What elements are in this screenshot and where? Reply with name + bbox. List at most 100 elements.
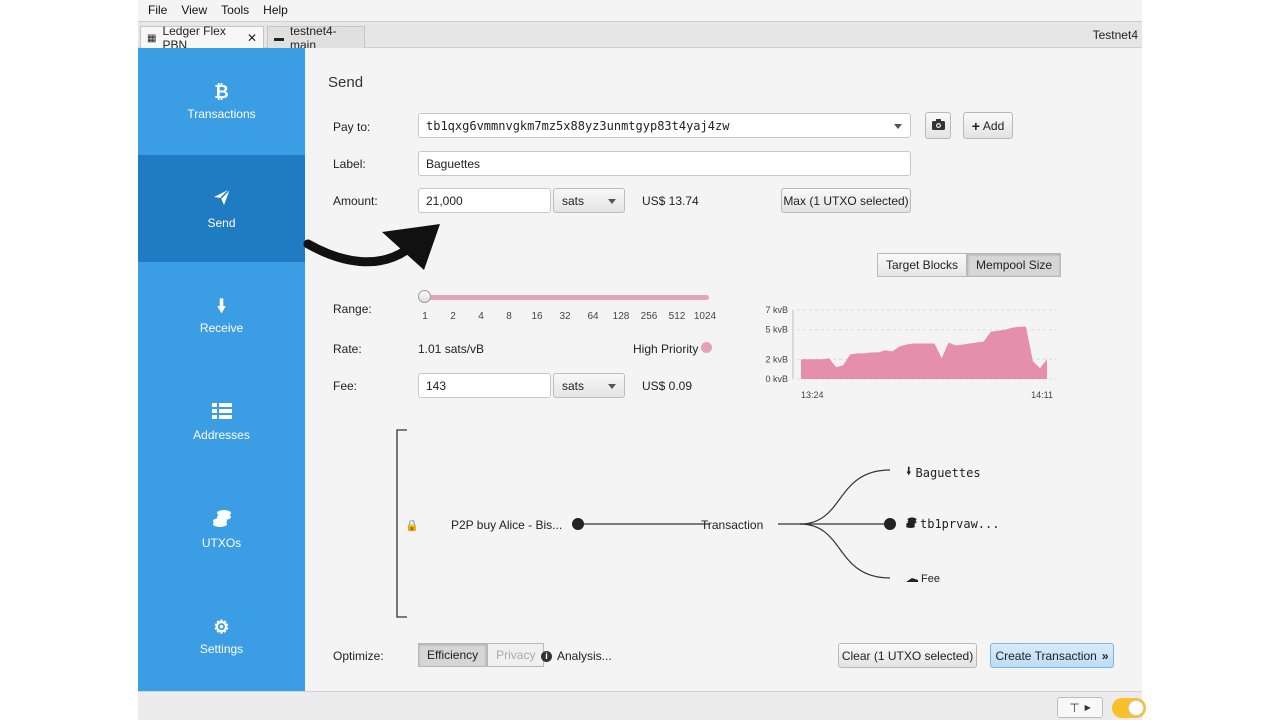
optimize-label: Optimize:: [333, 649, 384, 663]
output-label: Baguettes: [915, 465, 981, 480]
coins-icon: [212, 509, 232, 530]
priority-indicator: [701, 342, 712, 353]
tab-ledger-flex[interactable]: ▦ Ledger Flex PBN ✕: [140, 24, 264, 52]
status-bar: ⊤ ▶: [138, 691, 1146, 720]
chevron-down-icon[interactable]: [894, 124, 902, 129]
pay-to-label: Pay to:: [333, 120, 371, 134]
fee-fiat: US$ 0.09: [642, 379, 693, 393]
range-tick: 128: [612, 311, 630, 322]
tab-bar: ▦ Ledger Flex PBN ✕ ▬ testnet4-main Test…: [138, 21, 1142, 52]
label-input[interactable]: Baguettes: [418, 151, 911, 176]
range-tick: 64: [587, 311, 599, 322]
menu-tools[interactable]: Tools: [221, 3, 249, 17]
coins-icon: [906, 517, 917, 531]
fee-unit-select[interactable]: sats: [553, 373, 625, 398]
sidebar-item-label: Send: [207, 216, 236, 230]
send-icon: [212, 187, 232, 210]
output-item[interactable]: tb1prvaw...: [906, 517, 999, 531]
range-label: Range:: [333, 302, 372, 316]
sidebar-item-label: UTXOs: [201, 536, 242, 550]
rate-label: Rate:: [333, 342, 362, 356]
output-node[interactable]: [884, 518, 896, 530]
clear-button-label: Clear (1 UTXO selected): [841, 648, 974, 663]
sidebar-item-label: Receive: [199, 320, 244, 335]
sidebar-item-receive[interactable]: 🠛 Receive: [138, 262, 305, 369]
menu-help[interactable]: Help: [263, 3, 288, 17]
play-icon: ▶: [1084, 703, 1091, 712]
double-chevron-right-icon: »: [1101, 648, 1109, 663]
tab-target-blocks[interactable]: Target Blocks: [877, 253, 968, 277]
input-node[interactable]: [572, 518, 584, 530]
bitcoin-icon: ₿: [214, 81, 229, 102]
optimize-efficiency[interactable]: Efficiency: [418, 643, 488, 667]
mempool-area-series: [801, 326, 1047, 379]
chevron-down-icon: [608, 199, 616, 204]
tab-testnet4-main[interactable]: ▬ testnet4-main: [267, 24, 365, 52]
toggle-knob: [1128, 700, 1144, 716]
analysis-label: Analysis...: [557, 649, 612, 663]
fee-mode-toggle: Target Blocks Mempool Size: [877, 253, 1062, 277]
online-toggle[interactable]: [1112, 698, 1146, 718]
range-tick: 16: [531, 311, 543, 322]
sidebar-item-send[interactable]: Send: [138, 155, 305, 262]
sidebar-item-label: Transactions: [187, 106, 256, 121]
fee-range-slider-thumb[interactable]: [418, 290, 431, 303]
rate-value: 1.01 sats/vB: [418, 342, 485, 356]
clear-button[interactable]: Clear (1 UTXO selected): [838, 643, 977, 668]
amount-value: 21,000: [426, 193, 463, 208]
sidebar-item-transactions[interactable]: ₿ Transactions: [138, 48, 305, 155]
usb-devices-button[interactable]: ⊤ ▶: [1057, 697, 1103, 718]
range-tick: 4: [478, 311, 484, 322]
tab-mempool-size[interactable]: Mempool Size: [967, 253, 1062, 277]
transaction-label[interactable]: Transaction: [701, 518, 763, 532]
page-title: Send: [328, 74, 364, 91]
menu-view[interactable]: View: [181, 3, 207, 17]
output-item[interactable]: Fee: [906, 572, 940, 586]
chevron-down-icon: [608, 384, 616, 389]
max-button[interactable]: Max (1 UTXO selected): [781, 188, 911, 213]
pay-to-input[interactable]: tb1qxg6vmmnvgkm7mz5x88yz3unmtgyp83t4yaj4…: [418, 113, 911, 138]
amount-unit: sats: [562, 193, 585, 208]
output-item[interactable]: 🠛 Baguettes: [906, 463, 981, 482]
range-tick: 256: [640, 311, 658, 322]
sidebar-item-label: Settings: [199, 641, 244, 656]
add-recipient-button[interactable]: + Add: [963, 112, 1013, 139]
receive-icon: 🠛: [216, 295, 227, 316]
info-icon: i: [541, 650, 552, 662]
fee-value: 143: [426, 378, 447, 393]
sidebar-item-addresses[interactable]: Addresses: [138, 369, 305, 476]
create-transaction-label: Create Transaction: [995, 648, 1097, 663]
input-label[interactable]: P2P buy Alice - Bis...: [451, 518, 562, 532]
optimize-privacy[interactable]: Privacy: [487, 643, 545, 667]
optimize-toggle: Efficiency Privacy: [418, 643, 545, 667]
wallet-icon: ▦: [147, 32, 157, 44]
usb-icon: ⊤: [1069, 700, 1080, 715]
max-button-label: Max (1 UTXO selected): [783, 193, 909, 208]
chart-y-tick-label: 2 kvB: [765, 354, 788, 364]
app-window: File View Tools Help ▦ Ledger Flex PBN ✕…: [138, 0, 1146, 720]
sidebar-item-settings[interactable]: ⚙ Settings: [138, 583, 305, 690]
addresses-icon: [211, 403, 232, 422]
fee-range-slider[interactable]: [420, 295, 709, 300]
create-transaction-button[interactable]: Create Transaction »: [990, 643, 1114, 668]
scan-qr-button[interactable]: [925, 112, 951, 139]
fee-label: Fee:: [333, 379, 358, 393]
chart-y-tick-label: 7 kvB: [765, 305, 788, 315]
range-tick: 32: [559, 311, 571, 322]
plus-icon: +: [971, 117, 980, 134]
range-tick: 2: [450, 311, 456, 322]
analysis-link[interactable]: i Analysis...: [541, 649, 612, 663]
output-connector: [799, 469, 891, 525]
mempool-size-chart: 7 kvB 5 kvB 2 kvB 0 kvB 13:24 14:11: [765, 305, 1057, 400]
output-connector: [799, 523, 891, 579]
sidebar-item-utxos[interactable]: UTXOs: [138, 476, 305, 583]
add-button-label: Add: [982, 118, 1005, 133]
fee-input[interactable]: 143: [418, 373, 551, 398]
amount-unit-select[interactable]: sats: [553, 188, 625, 213]
chart-y-tick-label: 0 kvB: [765, 374, 788, 384]
lock-icon: 🔒: [405, 520, 419, 532]
close-icon[interactable]: ✕: [247, 31, 257, 45]
network-label: Testnet4: [1092, 28, 1138, 42]
menu-file[interactable]: File: [148, 3, 167, 17]
chart-y-tick-label: 5 kvB: [765, 325, 788, 335]
